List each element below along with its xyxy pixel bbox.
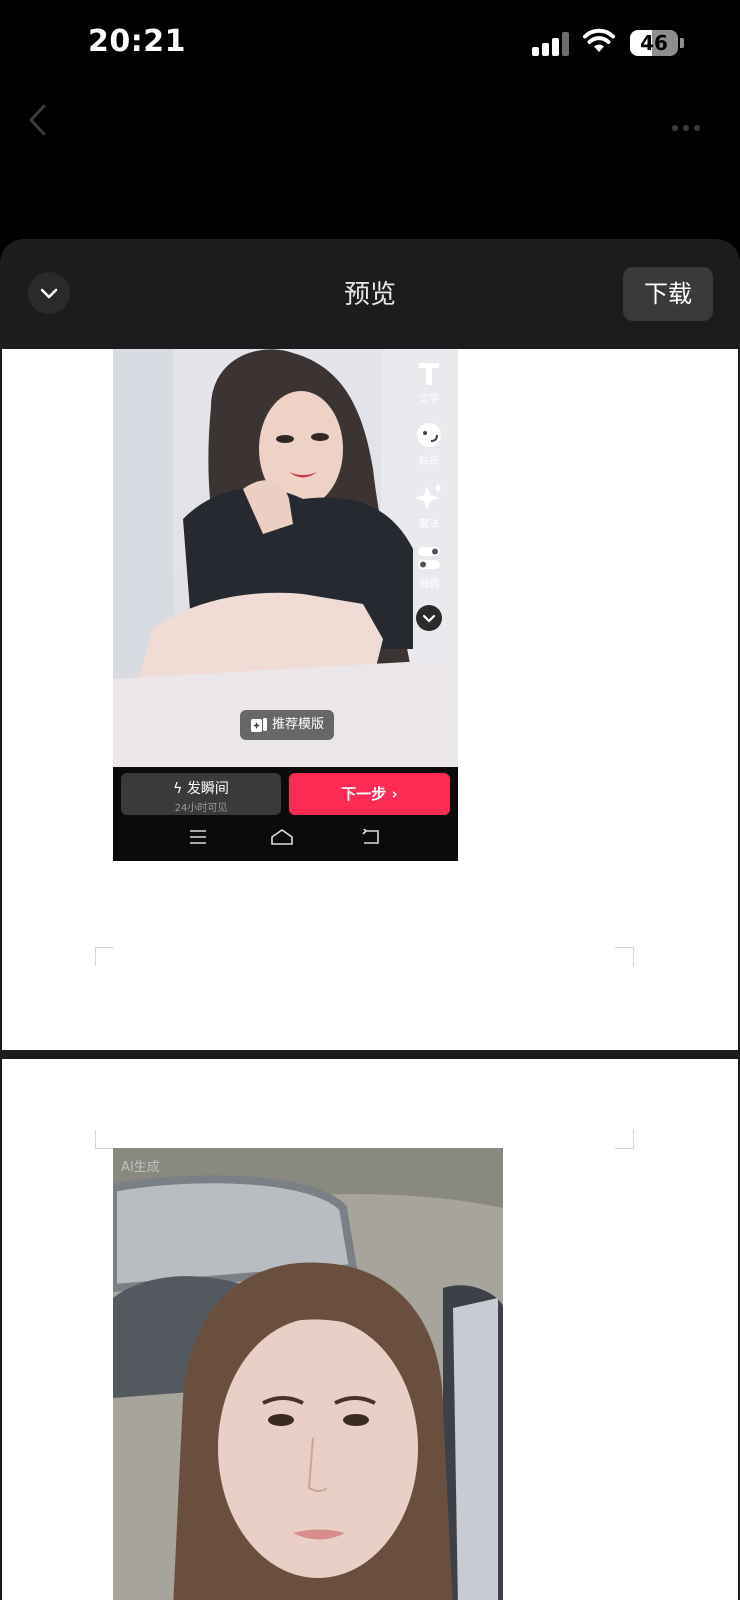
wifi-icon	[583, 28, 615, 52]
bottom-action-bar: ϟ 发瞬间 24小时可见 下一步 ›	[113, 767, 458, 861]
document-page-2: AI生成	[2, 1059, 738, 1600]
post-moment-sublabel: 24小时可见	[174, 803, 228, 814]
battery-percentage: 46	[640, 31, 668, 55]
crop-mark	[95, 947, 114, 966]
sticker-tool-icon	[417, 423, 441, 447]
status-bar: 20:21 46	[0, 0, 740, 88]
post-moment-button[interactable]: ϟ 发瞬间 24小时可见	[121, 773, 281, 815]
chevron-right-icon: ›	[391, 785, 398, 803]
sticker-tool[interactable]: 贴纸	[409, 421, 449, 467]
embedded-screenshot-2: AI生成	[113, 1148, 503, 1600]
status-time: 20:21	[88, 24, 186, 59]
post-moment-label: 发瞬间	[186, 781, 229, 797]
text-tool[interactable]: 文字	[409, 359, 449, 405]
more-options-icon[interactable]	[672, 116, 708, 131]
magic-tool[interactable]: 魔法	[409, 482, 449, 530]
download-button[interactable]: 下载	[623, 267, 713, 321]
adjust-tool-icon	[418, 547, 440, 569]
ai-generated-label: AI生成	[121, 1160, 160, 1175]
next-step-label: 下一步	[341, 785, 387, 803]
embedded-screenshot-1: 文字 贴纸 魔法 细调 推荐模版 ϟ 发瞬间 24小时可见 下一步 ›	[113, 349, 458, 861]
magic-tool-icon	[415, 483, 443, 510]
home-icon[interactable]	[271, 829, 293, 845]
sheet-header: 预览 下载	[0, 239, 740, 349]
preview-sheet: 预览 下载 文字 贴纸 魔法 细调 推荐模版 ϟ 发瞬间 24小时可见 下一步 …	[0, 239, 740, 1600]
text-tool-label: 文字	[419, 394, 439, 405]
top-navigation	[0, 88, 740, 158]
recommended-template-label: 推荐模版	[271, 717, 324, 732]
battery-icon: 46	[630, 30, 684, 56]
recommended-template-button[interactable]: 推荐模版	[240, 710, 334, 740]
sticker-tool-label: 贴纸	[419, 456, 439, 467]
selfie-photo-1	[113, 349, 458, 767]
next-step-button[interactable]: 下一步 ›	[289, 773, 450, 815]
cellular-signal-icon	[532, 32, 572, 56]
lightning-icon: ϟ	[173, 781, 187, 797]
menu-icon[interactable]	[189, 829, 207, 845]
back-nav-icon[interactable]	[361, 829, 379, 845]
back-arrow-icon[interactable]	[22, 100, 52, 140]
magic-tool-label: 魔法	[419, 519, 439, 530]
template-cards-icon	[251, 718, 267, 732]
expand-tools-icon[interactable]	[415, 604, 443, 632]
selfie-photo-2	[113, 1148, 503, 1600]
adjust-tool-label: 细调	[419, 579, 439, 590]
text-tool-icon	[419, 363, 439, 385]
adjust-tool[interactable]: 细调	[409, 544, 449, 590]
crop-mark	[615, 1130, 634, 1149]
document-page-1: 文字 贴纸 魔法 细调 推荐模版 ϟ 发瞬间 24小时可见 下一步 ›	[2, 349, 738, 1050]
crop-mark	[615, 947, 634, 966]
crop-mark	[95, 1130, 114, 1149]
